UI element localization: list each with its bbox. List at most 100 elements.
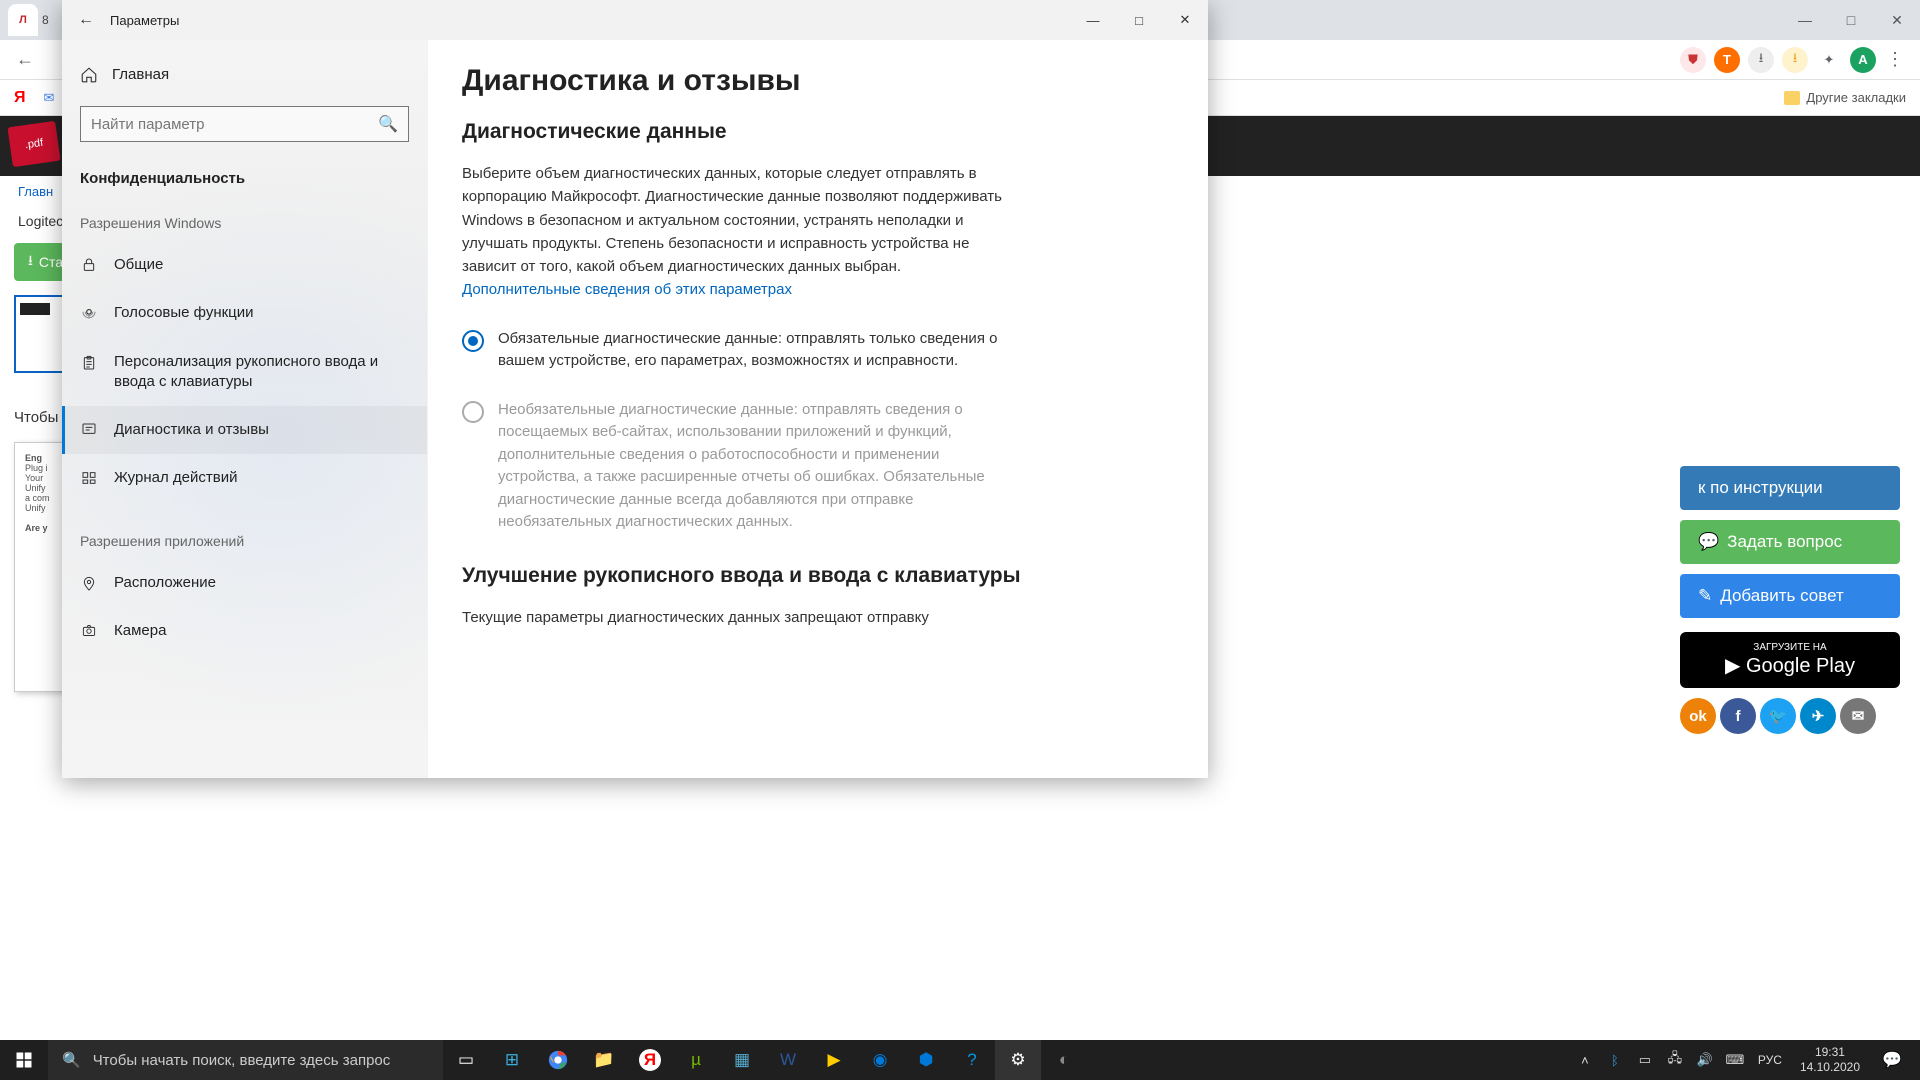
sidebar-home[interactable]: Главная xyxy=(62,54,427,94)
sidebar-item-inking[interactable]: Персонализация рукописного ввода и ввода… xyxy=(62,338,427,407)
search-placeholder: Чтобы начать поиск, введите здесь запрос xyxy=(93,1052,391,1069)
close-button[interactable]: ✕ xyxy=(1162,0,1208,40)
tray-volume-icon[interactable]: 🔊 xyxy=(1692,1040,1718,1080)
tray-network-icon[interactable]: 🖧 xyxy=(1662,1040,1688,1080)
extension-icon[interactable]: ⭳ xyxy=(1782,47,1808,73)
sidebar-section-header: Разрешения приложений xyxy=(62,519,427,559)
social-buttons: ok f 🐦 ✈ ✉ xyxy=(1680,698,1900,734)
sidebar-item-label: Персонализация рукописного ввода и ввода… xyxy=(114,352,409,393)
section-heading: Улучшение рукописного ввода и ввода с кл… xyxy=(462,564,1174,588)
bookmark-item[interactable]: Я xyxy=(14,89,26,107)
taskbar-app[interactable]: ◐ xyxy=(1041,1040,1087,1080)
sidebar-item-location[interactable]: Расположение xyxy=(62,559,427,607)
extension-icon[interactable]: T xyxy=(1714,47,1740,73)
location-icon xyxy=(80,575,98,593)
tray-battery-icon[interactable]: ▭ xyxy=(1632,1040,1658,1080)
browser-tab[interactable]: Л xyxy=(8,4,38,36)
browser-close-button[interactable]: ✕ xyxy=(1874,0,1920,40)
settings-sidebar: Главная 🔍 Конфиденциальность Разрешения … xyxy=(62,40,427,778)
taskbar-apps: ▭ ⊞ 📁 Я µ ▦ W ▶ ◉ ⬢ ? ⚙ ◐ xyxy=(443,1040,1087,1080)
task-view-button[interactable]: ▭ xyxy=(443,1040,489,1080)
home-icon xyxy=(80,66,98,84)
search-box[interactable]: 🔍 xyxy=(80,106,409,142)
start-button[interactable] xyxy=(0,1040,48,1080)
other-bookmarks-button[interactable]: Другие закладки xyxy=(1806,90,1906,105)
social-ok-icon[interactable]: ok xyxy=(1680,698,1716,734)
taskbar-app-explorer[interactable]: 📁 xyxy=(581,1040,627,1080)
taskbar-app-help[interactable]: ? xyxy=(949,1040,995,1080)
social-fb-icon[interactable]: f xyxy=(1720,698,1756,734)
taskbar-app-utorrent[interactable]: µ xyxy=(673,1040,719,1080)
settings-main-content: Диагностика и отзывы Диагностические дан… xyxy=(427,40,1208,778)
browser-back-button[interactable]: ← xyxy=(10,45,40,75)
taskbar-app-store[interactable]: ⊞ xyxy=(489,1040,535,1080)
history-icon xyxy=(80,470,98,486)
browser-minimize-button[interactable]: — xyxy=(1782,0,1828,40)
tray-ime-icon[interactable]: ⌨ xyxy=(1722,1040,1748,1080)
sidebar-item-label: Журнал действий xyxy=(114,468,237,488)
taskbar-app-edge[interactable]: ◉ xyxy=(857,1040,903,1080)
diagnostic-data-radio-group: Обязательные диагностические данные: отп… xyxy=(462,328,1174,534)
profile-avatar[interactable]: А xyxy=(1850,47,1876,73)
window-title: Параметры xyxy=(110,13,179,28)
extension-icon[interactable]: ⭳ xyxy=(1748,47,1774,73)
maximize-button[interactable]: □ xyxy=(1116,0,1162,40)
browser-maximize-button[interactable]: □ xyxy=(1828,0,1874,40)
settings-window: ← Параметры — □ ✕ Главная 🔍 Конфиденциал… xyxy=(62,0,1208,778)
search-input[interactable] xyxy=(91,116,378,133)
google-play-badge[interactable]: ЗАГРУЗИТЕ НА ▶ Google Play xyxy=(1680,632,1900,688)
feedback-icon xyxy=(80,422,98,438)
taskbar-search[interactable]: 🔍 Чтобы начать поиск, введите здесь запр… xyxy=(48,1040,443,1080)
sidebar-item-general[interactable]: Общие xyxy=(62,241,427,289)
extension-icon[interactable]: ⛊ xyxy=(1680,47,1706,73)
sidebar-item-camera[interactable]: Камера xyxy=(62,607,427,655)
sidebar-item-label: Общие xyxy=(114,255,163,275)
sidebar-item-activity[interactable]: Журнал действий xyxy=(62,454,427,502)
settings-titlebar: ← Параметры — □ ✕ xyxy=(62,0,1208,40)
learn-more-link[interactable]: Дополнительные сведения об этих параметр… xyxy=(462,281,792,298)
sidebar-item-voice[interactable]: Голосовые функции xyxy=(62,289,427,337)
social-tw-icon[interactable]: 🐦 xyxy=(1760,698,1796,734)
instruction-button[interactable]: к по инструкции xyxy=(1680,466,1900,510)
minimize-button[interactable]: — xyxy=(1070,0,1116,40)
lock-icon xyxy=(80,257,98,273)
taskbar-app[interactable]: ▦ xyxy=(719,1040,765,1080)
extensions-button[interactable]: ✦ xyxy=(1816,47,1842,73)
voice-icon xyxy=(80,305,98,323)
taskbar-app-settings[interactable]: ⚙ xyxy=(995,1040,1041,1080)
radio-option-optional[interactable]: Необязательные диагностические данные: о… xyxy=(462,399,1012,534)
browser-menu-button[interactable]: ⋮ xyxy=(1880,49,1910,70)
tray-bluetooth-icon[interactable]: ᛒ xyxy=(1602,1040,1628,1080)
social-tg-icon[interactable]: ✈ xyxy=(1800,698,1836,734)
taskbar-app-yandex[interactable]: Я xyxy=(627,1040,673,1080)
action-center-button[interactable]: 💬 xyxy=(1872,1040,1912,1080)
bookmark-item[interactable]: ✉ xyxy=(44,90,55,106)
sidebar-home-label: Главная xyxy=(112,66,169,83)
ask-question-button[interactable]: 💬 Задать вопрос xyxy=(1680,520,1900,564)
radio-option-required[interactable]: Обязательные диагностические данные: отп… xyxy=(462,328,1012,373)
add-tip-button[interactable]: ✎ Добавить совет xyxy=(1680,574,1900,618)
right-sidebar: к по инструкции 💬 Задать вопрос ✎ Добави… xyxy=(1680,466,1900,734)
language-indicator[interactable]: РУС xyxy=(1752,1053,1788,1067)
back-button[interactable]: ← xyxy=(62,0,110,40)
social-mail-icon[interactable]: ✉ xyxy=(1840,698,1876,734)
clipboard-icon xyxy=(80,354,98,372)
taskbar-app-word[interactable]: W xyxy=(765,1040,811,1080)
sidebar-category: Конфиденциальность xyxy=(62,162,427,201)
taskbar-app-player[interactable]: ▶ xyxy=(811,1040,857,1080)
taskbar-app[interactable]: ⬢ xyxy=(903,1040,949,1080)
warning-text: Текущие параметры диагностических данных… xyxy=(462,606,1002,629)
radio-button[interactable] xyxy=(462,401,484,423)
sidebar-section-header: Разрешения Windows xyxy=(62,201,427,241)
section-heading: Диагностические данные xyxy=(462,120,1174,144)
taskbar: 🔍 Чтобы начать поиск, введите здесь запр… xyxy=(0,1040,1920,1080)
sidebar-item-label: Голосовые функции xyxy=(114,303,254,323)
taskbar-clock[interactable]: 19:31 14.10.2020 xyxy=(1792,1045,1868,1075)
radio-button[interactable] xyxy=(462,330,484,352)
sidebar-item-diagnostics[interactable]: Диагностика и отзывы xyxy=(62,406,427,454)
description-text: Выберите объем диагностических данных, к… xyxy=(462,162,1002,302)
camera-icon xyxy=(80,623,98,638)
tray-chevron-icon[interactable]: ˄ xyxy=(1572,1040,1598,1080)
pdf-icon: .pdf xyxy=(7,121,60,167)
taskbar-app-chrome[interactable] xyxy=(535,1040,581,1080)
